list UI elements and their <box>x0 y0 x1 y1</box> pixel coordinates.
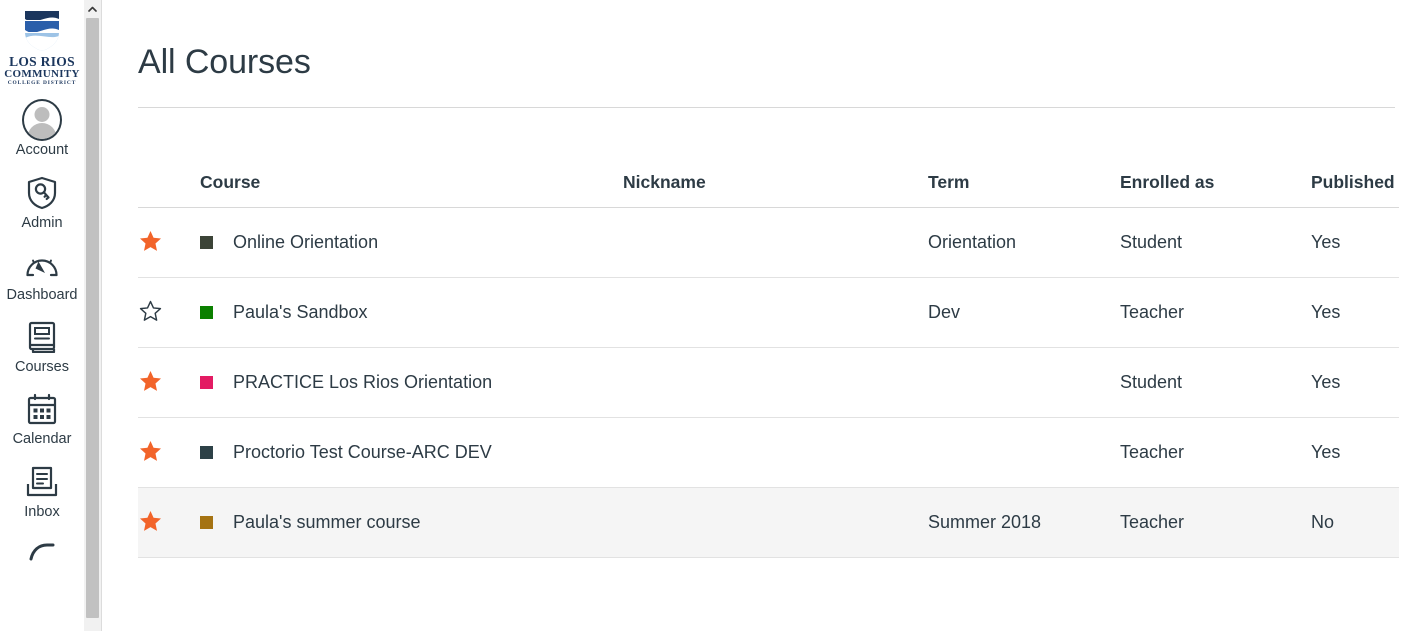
course-cell: PRACTICE Los Rios Orientation <box>200 348 623 418</box>
nav-item-partial-icon[interactable] <box>22 532 62 572</box>
page-root: LOS RIOS COMMUNITY COLLEGE DISTRICT Acco… <box>0 0 1424 631</box>
term-cell: Summer 2018 <box>928 512 1042 533</box>
courses-table-head: Course Nickname Term Enrolled as Publish… <box>138 172 1399 208</box>
nav-item-inbox[interactable]: Inbox <box>0 448 84 520</box>
nav-label-account: Account <box>15 142 69 159</box>
enrolled-as-cell: Teacher <box>1120 302 1185 323</box>
enrolled-as-cell: Student <box>1120 372 1183 393</box>
scrollbar-thumb[interactable] <box>86 18 99 618</box>
nav-label-dashboard: Dashboard <box>6 286 78 303</box>
star-filled-icon[interactable] <box>138 509 162 533</box>
star-filled-icon[interactable] <box>138 229 162 253</box>
enrolled-as-cell: Teacher <box>1120 512 1185 533</box>
title-divider <box>138 107 1395 109</box>
star-filled-icon[interactable] <box>138 369 162 393</box>
book-icon <box>22 317 62 357</box>
course-cell: Paula's Sandbox <box>200 278 623 348</box>
course-color-swatch <box>200 446 213 460</box>
column-header-published: Published <box>1311 172 1395 193</box>
courses-table-body: Online Orientation Orientation Student Yes P… <box>138 208 1399 558</box>
enrolled-as-cell: Teacher <box>1120 442 1185 463</box>
courses-table: Course Nickname Term Enrolled as Publish… <box>138 172 1399 558</box>
favorite-cell <box>138 278 200 348</box>
main-content: All Courses Course Nickname Term Enrolle… <box>102 0 1424 631</box>
favorite-cell <box>138 208 200 278</box>
account-avatar-icon <box>22 99 62 142</box>
course-cell: Proctorio Test Course-ARC DEV <box>200 418 623 488</box>
course-link[interactable]: Online Orientation <box>233 232 378 253</box>
nav-item-admin[interactable]: Admin <box>0 159 84 231</box>
nav-label-inbox: Inbox <box>24 503 60 520</box>
column-header-course: Course <box>200 172 261 193</box>
nav-label-courses: Courses <box>15 359 69 376</box>
star-outline-icon[interactable] <box>138 299 162 323</box>
column-header-enrolled-as: Enrolled as <box>1120 172 1215 193</box>
course-color-swatch <box>200 306 213 320</box>
favorite-cell <box>138 418 200 488</box>
global-navigation: LOS RIOS COMMUNITY COLLEGE DISTRICT Acco… <box>0 0 84 631</box>
course-link[interactable]: Paula's Sandbox <box>233 302 368 323</box>
nav-item-calendar[interactable]: Calendar <box>0 375 84 447</box>
course-cell: Online Orientation <box>200 208 623 278</box>
favorite-cell <box>138 488 200 558</box>
nav-label-calendar: Calendar <box>12 431 72 448</box>
nickname-cell <box>623 488 928 558</box>
column-header-nickname: Nickname <box>623 172 706 193</box>
nickname-cell <box>623 418 928 488</box>
shield-key-icon <box>22 173 62 213</box>
published-cell: Yes <box>1311 302 1341 323</box>
term-cell <box>928 418 1120 488</box>
published-cell: Yes <box>1311 232 1341 253</box>
course-color-swatch <box>200 376 213 390</box>
los-rios-shield-icon <box>25 10 59 51</box>
nav-item-account[interactable]: Account <box>0 86 84 158</box>
nickname-cell <box>623 348 928 418</box>
logo-wordmark: LOS RIOS COMMUNITY COLLEGE DISTRICT <box>4 54 80 86</box>
nav-label-admin: Admin <box>21 214 63 231</box>
term-cell: Orientation <box>928 232 1017 253</box>
table-header-row: Course Nickname Term Enrolled as Publish… <box>138 172 1399 208</box>
dashboard-gauge-icon <box>22 245 62 285</box>
nav-item-courses[interactable]: Courses <box>0 303 84 375</box>
column-header-term: Term <box>928 172 970 193</box>
page-title: All Courses <box>138 43 311 81</box>
nav-item-dashboard[interactable]: Dashboard <box>0 231 84 303</box>
logo-line-2: COMMUNITY <box>4 68 80 81</box>
enrolled-as-cell: Student <box>1120 232 1183 253</box>
column-header-favorite <box>138 172 200 208</box>
course-cell: Paula's summer course <box>200 488 623 558</box>
term-cell: Dev <box>928 302 961 323</box>
inbox-tray-icon <box>22 462 62 502</box>
published-cell: Yes <box>1311 442 1341 463</box>
table-row[interactable]: Online Orientation Orientation Student Yes <box>138 208 1399 278</box>
favorite-cell <box>138 348 200 418</box>
course-color-swatch <box>200 516 213 530</box>
term-cell <box>928 348 1120 418</box>
table-row[interactable]: PRACTICE Los Rios Orientation Student Yes <box>138 348 1399 418</box>
course-link[interactable]: Paula's summer course <box>233 512 421 533</box>
nickname-cell <box>623 278 928 348</box>
star-filled-icon[interactable] <box>138 439 162 463</box>
calendar-icon <box>22 389 62 429</box>
table-row[interactable]: Proctorio Test Course-ARC DEV Teacher Yes <box>138 418 1399 488</box>
course-color-swatch <box>200 236 213 250</box>
nav-scrollbar[interactable] <box>84 0 102 631</box>
scroll-up-button[interactable] <box>84 0 101 17</box>
nickname-cell <box>623 208 928 278</box>
published-cell: Yes <box>1311 372 1341 393</box>
logo-line-1: LOS RIOS <box>9 54 75 69</box>
table-row[interactable]: Paula's Sandbox Dev Teacher Yes <box>138 278 1399 348</box>
table-row[interactable]: Paula's summer course Summer 2018 Teacher N… <box>138 487 1399 558</box>
institution-logo[interactable]: LOS RIOS COMMUNITY COLLEGE DISTRICT <box>0 8 84 86</box>
chevron-up-icon <box>88 6 97 12</box>
course-link[interactable]: PRACTICE Los Rios Orientation <box>233 372 492 393</box>
published-cell: No <box>1311 512 1335 533</box>
course-link[interactable]: Proctorio Test Course-ARC DEV <box>233 442 492 463</box>
